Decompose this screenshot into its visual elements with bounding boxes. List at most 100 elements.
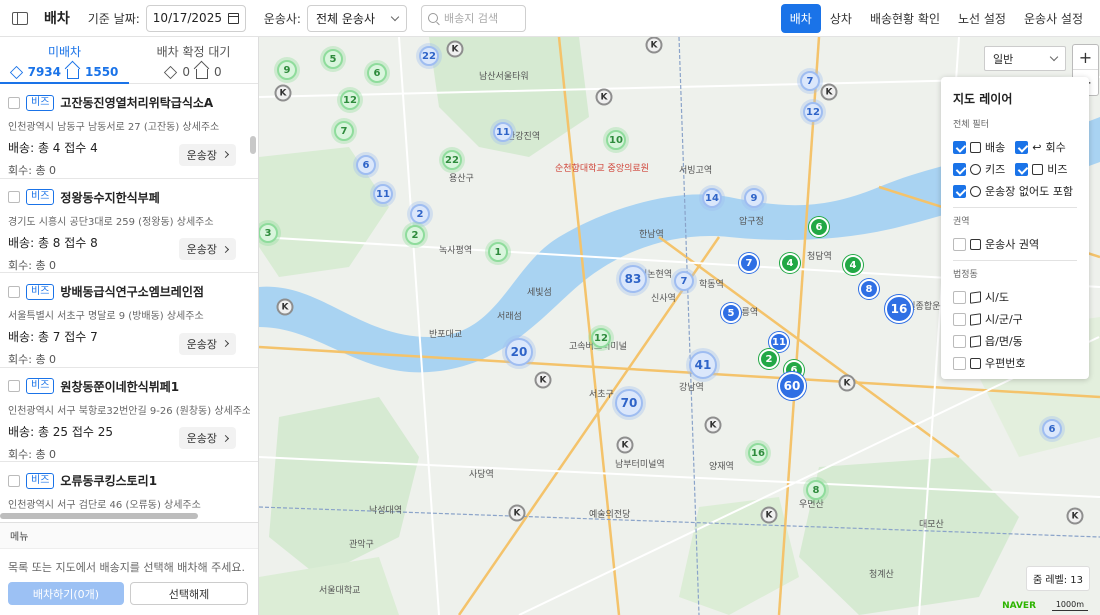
checkbox[interactable] [953,162,966,176]
item-checkbox[interactable] [8,285,20,298]
carrier-select[interactable]: 전체 운송사 [306,4,407,32]
cluster-marker[interactable]: 6 [1042,419,1062,439]
cluster-marker[interactable]: 3 [259,223,278,243]
nav-dispatch[interactable]: 배차 [780,3,821,33]
cluster-marker[interactable]: 60 [778,372,806,400]
list-item[interactable]: 비즈 정왕동수지한식부페 경기도 시흥시 공단3대로 259 (정왕동) 상세주소… [0,179,258,273]
date-field[interactable]: 10/17/2025 [145,4,246,32]
legal-sido[interactable]: 시/도 [953,286,1077,308]
waybill-button[interactable]: 운송장 [178,427,236,449]
carrier-marker[interactable]: K [274,84,292,102]
legal-postal[interactable]: 우편번호 [953,352,1077,374]
list-item[interactable]: 비즈 고잔동진영열처리위탁급식소A 인천광역시 남동구 남동서로 27 (고잔동)… [0,84,258,179]
cluster-marker[interactable]: 12 [340,90,360,110]
search-box[interactable] [420,4,526,32]
list-item[interactable]: 비즈 오류동쿠킹스토리1 인천광역시 서구 검단로 46 (오류동) 상세주소 [0,462,258,512]
item-checkbox[interactable] [8,380,20,392]
cluster-marker[interactable]: 11 [493,122,513,142]
cluster-marker[interactable]: 2 [405,225,425,245]
item-checkbox[interactable] [8,96,20,109]
cluster-marker[interactable]: 8 [859,279,879,299]
carrier-marker[interactable]: K [534,371,552,389]
checkbox[interactable] [953,237,966,251]
carrier-marker[interactable]: K [276,298,294,316]
cluster-marker[interactable]: 1 [488,242,508,262]
carrier-marker[interactable]: K [838,374,856,392]
carrier-marker[interactable]: K [616,436,634,454]
cluster-marker[interactable]: 2 [759,349,779,369]
nav-loading[interactable]: 상차 [821,4,861,33]
carrier-marker[interactable]: K [508,504,526,522]
waybill-button[interactable]: 운송장 [178,332,236,355]
carrier-marker[interactable]: K [645,37,663,54]
cluster-marker[interactable]: 16 [885,295,913,323]
checkbox[interactable] [953,140,966,154]
cluster-marker[interactable]: 6 [367,63,387,83]
cluster-marker[interactable]: 16 [748,443,768,463]
cluster-marker[interactable]: 2 [410,204,430,224]
filter-biz[interactable]: 비즈 [1015,158,1068,180]
calendar-icon[interactable] [227,12,239,24]
cluster-marker[interactable]: 6 [809,217,829,237]
carrier-marker[interactable]: K [595,88,613,106]
horizontal-scrollbar[interactable] [0,513,198,519]
list-item[interactable]: 비즈 원창동쭌이네한식뷔페1 인천광역시 서구 북항로32번안길 9-26 (원창… [0,368,258,462]
search-input[interactable] [443,11,514,25]
nav-route-settings[interactable]: 노선 설정 [949,4,1015,33]
list-item[interactable]: 비즈 방배동급식연구소엠브레인점 서울특별시 서초구 명달로 9 (방배동) 상세… [0,273,258,368]
cluster-marker[interactable]: 20 [505,338,533,366]
waybill-button[interactable]: 운송장 [178,238,236,260]
map-type-select[interactable]: 일반 [984,46,1066,71]
cluster-marker[interactable]: 10 [606,130,626,150]
filter-pickup[interactable]: ↩ 회수 [1015,136,1066,158]
assign-button[interactable]: 배차하기(0개) [8,582,124,605]
cluster-marker[interactable]: 7 [739,253,759,273]
checkbox[interactable] [1015,162,1029,176]
cluster-marker[interactable]: 5 [323,49,343,69]
cluster-marker[interactable]: 8 [806,480,826,500]
cluster-marker[interactable]: 14 [702,188,722,208]
checkbox[interactable] [953,290,966,304]
cluster-marker[interactable]: 5 [721,303,741,323]
cluster-marker[interactable]: 7 [334,121,354,141]
carrier-marker[interactable]: K [704,416,722,434]
cluster-marker[interactable]: 22 [419,46,439,66]
cluster-marker[interactable]: 12 [803,102,823,122]
cluster-marker[interactable]: 4 [843,255,863,275]
carrier-marker[interactable]: K [1066,507,1084,525]
area-carrier-region[interactable]: 운송사 권역 [953,233,1077,255]
legal-sigungu[interactable]: 시/군/구 [953,308,1077,330]
sidebar-toggle-icon[interactable] [12,11,28,25]
cluster-marker[interactable]: 41 [689,351,717,379]
checkbox[interactable] [953,356,966,370]
cluster-marker[interactable]: 70 [615,389,643,417]
tab-unassigned[interactable]: 미배차 7934 1550 [0,37,129,84]
carrier-marker[interactable]: K [820,83,838,101]
filter-delivery[interactable]: 배송 [953,136,1005,158]
zoom-in-button[interactable]: + [1073,45,1098,70]
cluster-marker[interactable]: 83 [619,265,647,293]
cluster-marker[interactable]: 11 [373,184,393,204]
tab-pending-confirm[interactable]: 배차 확정 대기 0 0 [129,37,258,83]
filter-kids[interactable]: 키즈 [953,158,1005,180]
carrier-marker[interactable]: K [760,506,778,524]
list-scrollbar[interactable] [250,136,256,154]
cluster-marker[interactable]: 9 [744,188,764,208]
filter-include-no-waybill[interactable]: 운송장 없어도 포함 [953,180,1077,202]
checkbox[interactable] [953,334,966,348]
item-checkbox[interactable] [8,191,20,203]
checkbox[interactable] [953,312,966,326]
legal-eupmyeondong[interactable]: 읍/면/동 [953,330,1077,352]
carrier-marker[interactable]: K [446,40,464,58]
nav-delivery-status[interactable]: 배송현황 확인 [861,4,949,33]
checkbox[interactable] [953,184,966,198]
cluster-marker[interactable]: 22 [442,150,462,170]
waybill-button[interactable]: 운송장 [178,143,236,166]
map-view[interactable]: 남산서울타워 한강진역 순천향대학교 중앙의료원 용산구 녹사평역 한남역 서빙… [259,37,1100,615]
cluster-marker[interactable]: 9 [277,60,297,80]
clear-selection-button[interactable]: 선택해제 [130,582,248,605]
nav-carrier-settings[interactable]: 운송사 설정 [1015,4,1092,33]
cluster-marker[interactable]: 4 [780,253,800,273]
cluster-marker[interactable]: 7 [674,271,694,291]
item-checkbox[interactable] [8,474,20,487]
